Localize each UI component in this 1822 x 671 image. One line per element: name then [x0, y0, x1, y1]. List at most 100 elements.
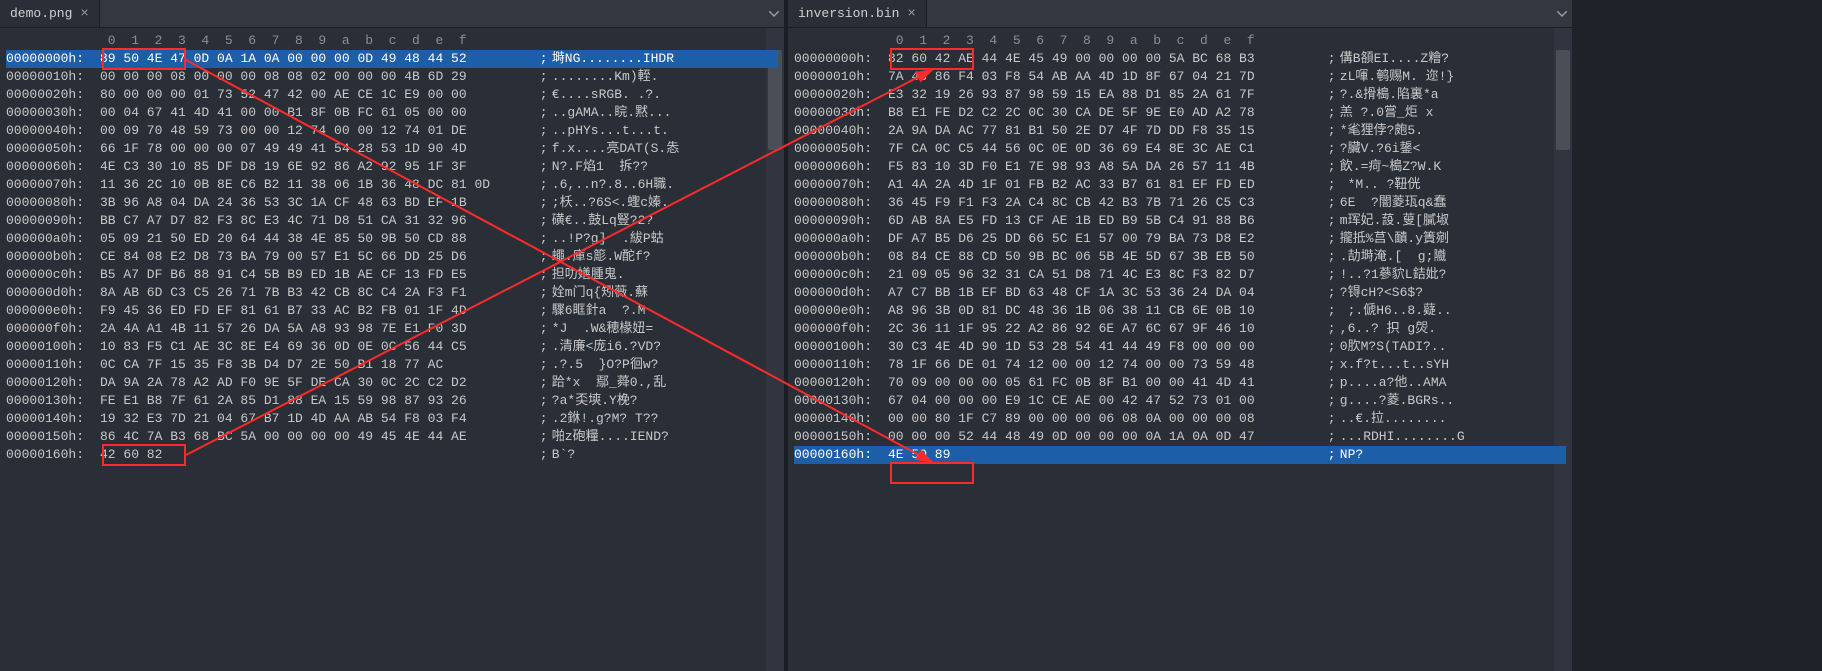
- hex-row[interactable]: 00000080h: 36 45 F9 F1 F3 2A C4 8C CB 42…: [794, 194, 1566, 212]
- hex-row[interactable]: 000000b0h: CE 84 08 E2 D8 73 BA 79 00 57…: [6, 248, 778, 266]
- row-separator: ;: [1320, 284, 1332, 302]
- row-address: 00000030h:: [794, 104, 888, 122]
- row-separator: ;: [1320, 266, 1332, 284]
- tabbar-left: demo.png ×: [0, 0, 784, 28]
- hex-row[interactable]: 000000f0h: 2C 36 11 1F 95 22 A2 86 92 6E…: [794, 320, 1566, 338]
- row-address: 00000080h:: [6, 194, 100, 212]
- row-address: 000000c0h:: [6, 266, 100, 284]
- row-separator: ;: [1320, 122, 1332, 140]
- row-address: 00000120h:: [794, 374, 888, 392]
- row-bytes: 2A 9A DA AC 77 81 B1 50 2E D7 4F 7D DD F…: [888, 122, 1320, 140]
- tab-dropdown-left[interactable]: [764, 0, 784, 27]
- row-ascii: *M.. ?靵侊: [1332, 176, 1566, 194]
- row-address: 00000110h:: [6, 356, 100, 374]
- row-address: 00000140h:: [794, 410, 888, 428]
- tab-dropdown-right[interactable]: [1552, 0, 1572, 27]
- row-ascii: ,6..? 抧 g焈.: [1332, 320, 1566, 338]
- hex-row[interactable]: 000000a0h: DF A7 B5 D6 25 DD 66 5C E1 57…: [794, 230, 1566, 248]
- hex-row[interactable]: 00000000h: 82 60 42 AE 44 4E 45 49 00 00…: [794, 50, 1566, 68]
- row-address: 00000160h:: [794, 446, 888, 464]
- hex-row[interactable]: 00000000h: 89 50 4E 47 0D 0A 1A 0A 00 00…: [6, 50, 778, 68]
- column-header-right: 0 1 2 3 4 5 6 7 8 9 a b c d e f: [794, 32, 1566, 50]
- hex-row[interactable]: 00000150h: 86 4C 7A B3 68 BC 5A 00 00 00…: [6, 428, 778, 446]
- hex-row[interactable]: 00000110h: 0C CA 7F 15 35 F8 3B D4 D7 2E…: [6, 356, 778, 374]
- hex-row[interactable]: 00000060h: F5 83 10 3D F0 E1 7E 98 93 A8…: [794, 158, 1566, 176]
- hex-row[interactable]: 000000e0h: A8 96 3B 0D 81 DC 48 36 1B 06…: [794, 302, 1566, 320]
- hex-row[interactable]: 000000c0h: B5 A7 DF B6 88 91 C4 5B B9 ED…: [6, 266, 778, 284]
- row-ascii: 跲*x 鄢_蕣0.,乱: [544, 374, 778, 392]
- close-icon[interactable]: ×: [907, 7, 915, 21]
- hex-row[interactable]: 00000030h: 00 04 67 41 4D 41 00 00 B1 8F…: [6, 104, 778, 122]
- hex-row[interactable]: 00000050h: 7F CA 0C C5 44 56 0C 0E 0D 36…: [794, 140, 1566, 158]
- tab-title: inversion.bin: [798, 6, 899, 21]
- row-address: 00000030h:: [6, 104, 100, 122]
- row-address: 000000e0h:: [794, 302, 888, 320]
- hex-row[interactable]: 00000120h: 70 09 00 00 00 05 61 FC 0B 8F…: [794, 374, 1566, 392]
- row-bytes: 0C CA 7F 15 35 F8 3B D4 D7 2E 50 B1 18 7…: [100, 356, 532, 374]
- row-bytes: 7F CA 0C C5 44 56 0C 0E 0D 36 69 E4 8E 3…: [888, 140, 1320, 158]
- hex-row[interactable]: 00000100h: 10 83 F5 C1 AE 3C 8E E4 69 36…: [6, 338, 778, 356]
- row-address: 00000130h:: [794, 392, 888, 410]
- row-separator: ;: [1320, 302, 1332, 320]
- row-ascii: 姾m门q{矧薇.蘇: [544, 284, 778, 302]
- row-ascii: ?.&搰槝.陷裏*a: [1332, 86, 1566, 104]
- row-separator: ;: [532, 122, 544, 140]
- hex-row[interactable]: 00000090h: 6D AB 8A E5 FD 13 CF AE 1B ED…: [794, 212, 1566, 230]
- row-separator: ;: [532, 140, 544, 158]
- hex-row[interactable]: 00000010h: 7A 4C 86 F4 03 F8 54 AB AA 4D…: [794, 68, 1566, 86]
- hex-row[interactable]: 000000a0h: 05 09 21 50 ED 20 64 44 38 4E…: [6, 230, 778, 248]
- row-separator: ;: [532, 320, 544, 338]
- hex-row[interactable]: 00000160h: 42 60 82 ; B`?: [6, 446, 778, 464]
- hex-row[interactable]: 00000030h: B8 E1 FE D2 C2 2C 0C 30 CA DE…: [794, 104, 1566, 122]
- hex-row[interactable]: 000000c0h: 21 09 05 96 32 31 CA 51 D8 71…: [794, 266, 1566, 284]
- hex-area-left[interactable]: 0 1 2 3 4 5 6 7 8 9 a b c d e f 00000000…: [0, 28, 784, 470]
- row-separator: ;: [1320, 212, 1332, 230]
- hex-row[interactable]: 00000070h: 11 36 2C 10 0B 8E C6 B2 11 38…: [6, 176, 778, 194]
- hex-row[interactable]: 00000040h: 2A 9A DA AC 77 81 B1 50 2E D7…: [794, 122, 1566, 140]
- tab-demo-png[interactable]: demo.png ×: [0, 0, 100, 27]
- hex-row[interactable]: 00000050h: 66 1F 78 00 00 00 07 49 49 41…: [6, 140, 778, 158]
- row-ascii: B`?: [544, 446, 778, 464]
- row-separator: ;: [1320, 230, 1332, 248]
- hex-row[interactable]: 00000100h: 30 C3 4E 4D 90 1D 53 28 54 41…: [794, 338, 1566, 356]
- row-ascii: 啪z砲糧....IEND?: [544, 428, 778, 446]
- hex-row[interactable]: 00000080h: 3B 96 A8 04 DA 24 36 53 3C 1A…: [6, 194, 778, 212]
- close-icon[interactable]: ×: [80, 7, 88, 21]
- chevron-down-icon: [1557, 11, 1567, 17]
- hex-row[interactable]: 00000120h: DA 9A 2A 78 A2 AD F0 9E 5F DE…: [6, 374, 778, 392]
- hex-row[interactable]: 00000130h: FE E1 B8 7F 61 2A 85 D1 88 EA…: [6, 392, 778, 410]
- hex-row[interactable]: 00000140h: 00 00 80 1F C7 89 00 00 00 06…: [794, 410, 1566, 428]
- hex-area-right[interactable]: 0 1 2 3 4 5 6 7 8 9 a b c d e f 00000000…: [788, 28, 1572, 470]
- hex-row[interactable]: 00000070h: A1 4A 2A 4D 1F 01 FB B2 AC 33…: [794, 176, 1566, 194]
- hex-row[interactable]: 000000b0h: 08 84 CE 88 CD 50 9B BC 06 5B…: [794, 248, 1566, 266]
- row-address: 00000110h:: [794, 356, 888, 374]
- row-address: 00000010h:: [794, 68, 888, 86]
- hex-row[interactable]: 00000140h: 19 32 E3 7D 21 04 67 B7 1D 4D…: [6, 410, 778, 428]
- row-separator: ;: [1320, 176, 1332, 194]
- tab-inversion-bin[interactable]: inversion.bin ×: [788, 0, 927, 27]
- row-separator: ;: [1320, 428, 1332, 446]
- row-bytes: 70 09 00 00 00 05 61 FC 0B 8F B1 00 00 4…: [888, 374, 1320, 392]
- row-ascii: ..gAMA..睆.黙...: [544, 104, 778, 122]
- row-separator: ;: [532, 446, 544, 464]
- hex-row[interactable]: 00000060h: 4E C3 30 10 85 DF D8 19 6E 92…: [6, 158, 778, 176]
- hex-row[interactable]: 00000110h: 78 1F 66 DE 01 74 12 00 00 12…: [794, 356, 1566, 374]
- hex-row[interactable]: 00000040h: 00 09 70 48 59 73 00 00 12 74…: [6, 122, 778, 140]
- row-address: 00000020h:: [6, 86, 100, 104]
- hex-row[interactable]: 00000160h: 4E 50 89 ; NP?: [794, 446, 1566, 464]
- hex-row[interactable]: 000000d0h: 8A AB 6D C3 C5 26 71 7B B3 42…: [6, 284, 778, 302]
- hex-row[interactable]: 00000020h: 80 00 00 00 01 73 52 47 42 00…: [6, 86, 778, 104]
- row-ascii: N?.F焰1 拆??: [544, 158, 778, 176]
- hex-row[interactable]: 000000e0h: F9 45 36 ED FD EF 81 61 B7 33…: [6, 302, 778, 320]
- hex-row[interactable]: 000000d0h: A7 C7 BB 1B EF BD 63 48 CF 1A…: [794, 284, 1566, 302]
- tabbar-right: inversion.bin ×: [788, 0, 1572, 28]
- hex-row[interactable]: 00000020h: E3 32 19 26 93 87 98 59 15 EA…: [794, 86, 1566, 104]
- hex-rows-right: 00000000h: 82 60 42 AE 44 4E 45 49 00 00…: [794, 50, 1566, 464]
- hex-row[interactable]: 00000090h: BB C7 A7 D7 82 F3 8C E3 4C 71…: [6, 212, 778, 230]
- row-separator: ;: [1320, 86, 1332, 104]
- hex-row[interactable]: 00000010h: 00 00 00 08 00 00 00 08 08 02…: [6, 68, 778, 86]
- hex-row[interactable]: 000000f0h: 2A 4A A1 4B 11 57 26 DA 5A A8…: [6, 320, 778, 338]
- tab-title: demo.png: [10, 6, 72, 21]
- hex-row[interactable]: 00000130h: 67 04 00 00 00 E9 1C CE AE 00…: [794, 392, 1566, 410]
- hex-row[interactable]: 00000150h: 00 00 00 52 44 48 49 0D 00 00…: [794, 428, 1566, 446]
